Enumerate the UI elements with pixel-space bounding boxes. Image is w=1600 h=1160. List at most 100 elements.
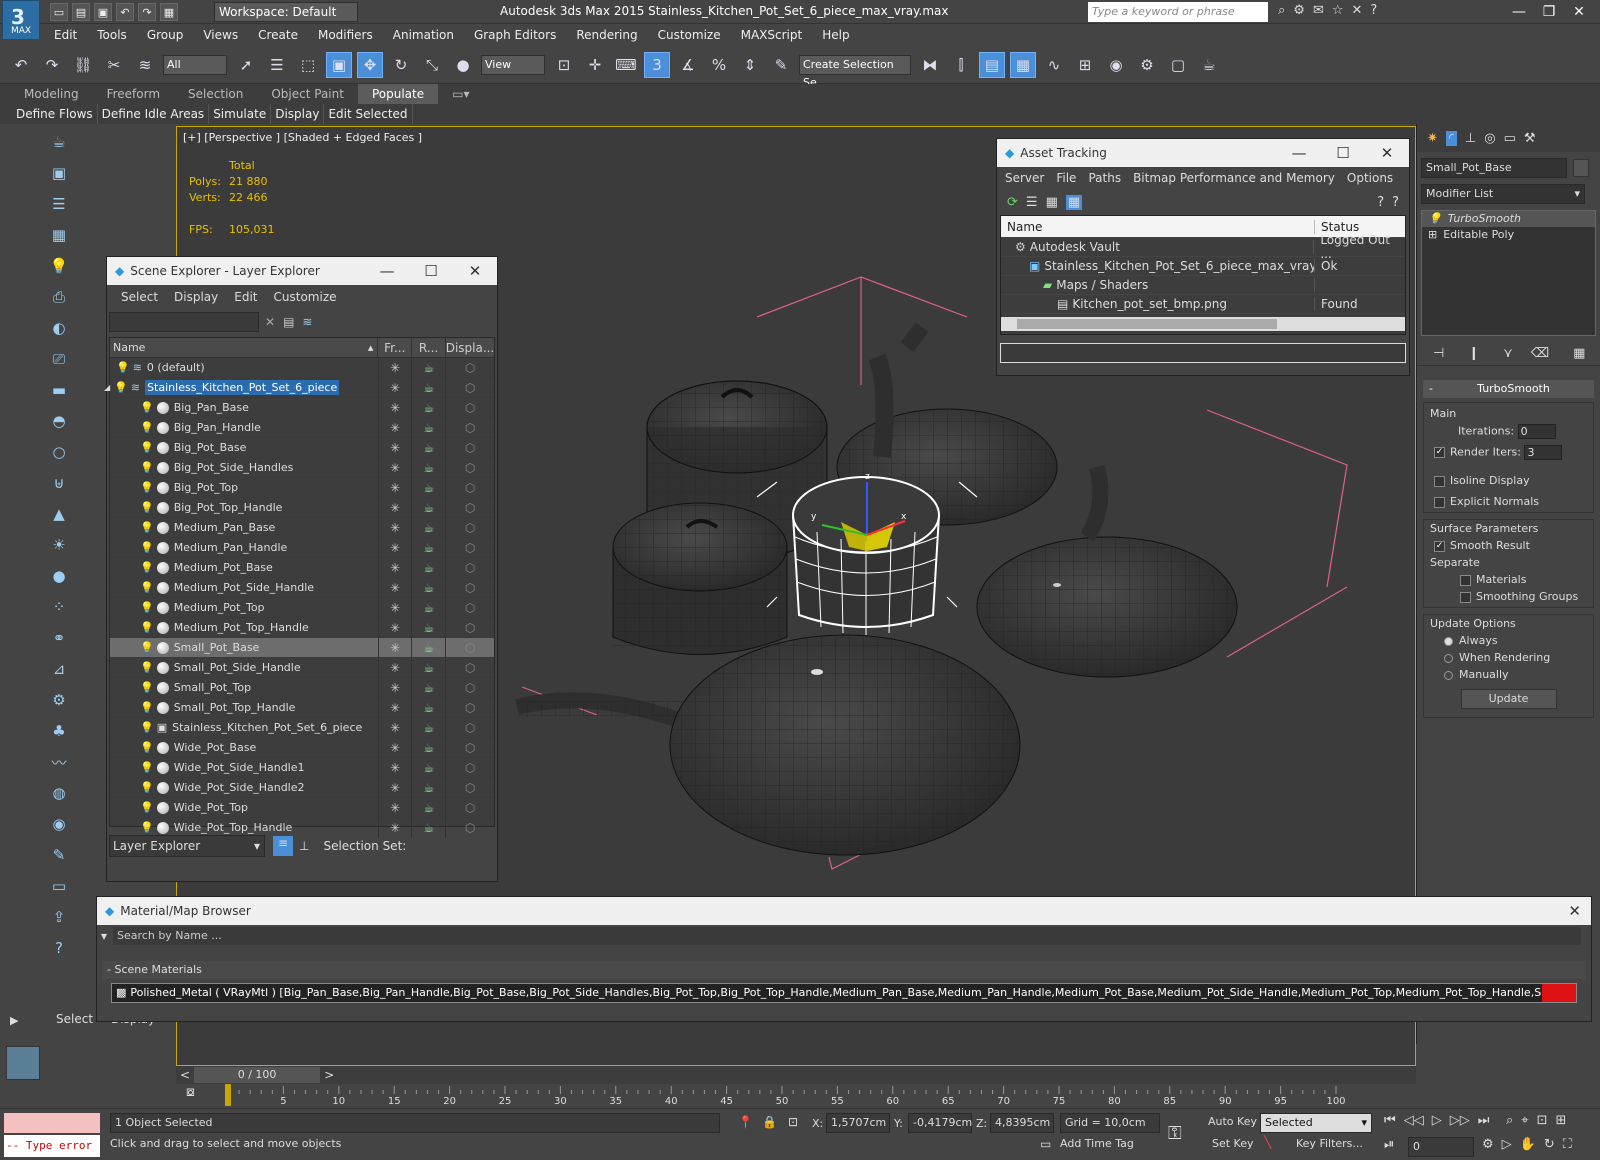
maximize-viewport-icon[interactable]: ⛶ — [1563, 1137, 1572, 1152]
menu-animation[interactable]: Animation — [383, 24, 464, 46]
time-configuration-icon[interactable]: ⚙ — [1482, 1137, 1494, 1152]
freeze-toggle-icon[interactable]: ✳ — [379, 537, 413, 558]
snaps-toggle-icon[interactable]: 3 — [644, 51, 670, 78]
asset-row[interactable]: ⚙ Autodesk Vault Logged Out ... — [1001, 233, 1405, 261]
close-icon[interactable]: ✕ — [453, 262, 497, 280]
next-frame-arrow-icon[interactable]: > — [324, 1068, 334, 1082]
freeze-toggle-icon[interactable]: ✳ — [379, 497, 413, 518]
visibility-bulb-icon[interactable]: 💡 — [140, 541, 154, 554]
monitor-icon[interactable]: ▭ — [47, 874, 71, 898]
material-editor-icon[interactable]: ◉ — [1103, 52, 1129, 78]
visibility-bulb-icon[interactable]: 💡 — [140, 441, 154, 454]
renderable-teapot-icon[interactable]: ☕ — [412, 737, 447, 758]
se-col-render[interactable]: R... — [412, 337, 446, 358]
turbosmooth-rollout-title[interactable]: - TurboSmooth — [1423, 380, 1594, 398]
material-search-input[interactable]: Search by Name ... — [113, 927, 1581, 945]
menu-edit[interactable]: Edit — [44, 24, 87, 46]
renderable-teapot-icon[interactable]: ☕ — [412, 357, 447, 378]
visibility-bulb-icon[interactable]: 💡 — [140, 761, 154, 774]
basket-icon[interactable]: ⊎ — [47, 471, 71, 495]
se-menu-select[interactable]: Select — [113, 290, 166, 304]
grid-icon[interactable]: ▦ — [47, 223, 71, 247]
camera-icon[interactable]: ⎙ — [47, 285, 71, 309]
display-box-icon[interactable]: ⬡ — [446, 418, 494, 438]
select-object-icon[interactable]: ➚ — [233, 52, 259, 78]
search-icon[interactable]: ⌕ — [1278, 3, 1285, 18]
redo-icon[interactable]: ↷ — [39, 52, 65, 78]
visibility-bulb-icon[interactable]: 💡 — [140, 801, 154, 814]
orbit-icon[interactable]: ↻ — [1544, 1137, 1555, 1152]
play-arrow-icon[interactable]: ▶ — [10, 1014, 18, 1027]
se-menu-edit[interactable]: Edit — [226, 290, 265, 304]
se-row[interactable]: 💡 Small_Pot_Side_Handle ✳ ☕ ⬡ — [110, 657, 494, 678]
asset-path-field[interactable] — [1000, 343, 1406, 363]
plane-icon[interactable]: ▬ — [47, 378, 71, 402]
refresh-icon[interactable]: ⟳ — [1007, 195, 1018, 210]
undo-icon[interactable]: ↶ — [8, 52, 34, 78]
freeze-toggle-icon[interactable]: ✳ — [379, 817, 413, 838]
z-coordinate-field[interactable]: 4,8395cm — [990, 1113, 1054, 1133]
se-row[interactable]: 💡 Wide_Pot_Side_Handle2 ✳ ☕ ⬡ — [110, 777, 494, 798]
next-key-icon[interactable]: ▷▷ — [1450, 1113, 1470, 1128]
bracket-icon[interactable]: ⊿ — [47, 657, 71, 681]
schematic-view-icon[interactable]: ⊞ — [1072, 52, 1098, 78]
render-iters-checkbox[interactable]: ✓ — [1434, 447, 1445, 458]
display-box-icon[interactable]: ⬡ — [446, 578, 494, 598]
se-col-freeze[interactable]: Fr... — [378, 337, 413, 358]
visibility-bulb-icon[interactable]: 💡 — [140, 681, 154, 694]
iterations-spinner[interactable]: 0 — [1517, 424, 1556, 439]
renderable-teapot-icon[interactable]: ☕ — [412, 797, 447, 818]
se-row[interactable]: 💡 Medium_Pot_Top ✳ ☕ ⬡ — [110, 597, 494, 618]
zoom-extents-all-icon[interactable]: ⊞ — [1556, 1113, 1567, 1128]
freeze-toggle-icon[interactable]: ✳ — [379, 417, 413, 438]
freeze-toggle-icon[interactable]: ✳ — [379, 437, 413, 458]
close-icon[interactable]: ✕ — [1568, 902, 1581, 920]
renderable-teapot-icon[interactable]: ☕ — [412, 537, 447, 558]
select-and-rotate-icon[interactable]: ↻ — [388, 52, 414, 78]
se-row[interactable]: 💡 Wide_Pot_Top ✳ ☕ ⬡ — [110, 797, 494, 818]
menu-tools[interactable]: Tools — [87, 24, 137, 46]
render-iters-spinner[interactable]: 3 — [1524, 445, 1563, 460]
freeze-toggle-icon[interactable]: ✳ — [379, 617, 413, 638]
freeze-toggle-icon[interactable]: ✳ — [379, 677, 413, 698]
ribbon-tab-freeform[interactable]: Freeform — [93, 84, 174, 104]
se-row[interactable]: 💡 Medium_Pot_Top_Handle ✳ ☕ ⬡ — [110, 617, 494, 638]
define-idle-areas-button[interactable]: Define Idle Areas — [98, 104, 210, 124]
keyword-search-input[interactable]: Type a keyword or phrase — [1088, 2, 1268, 22]
pivot-center-icon[interactable]: ⊡ — [551, 52, 577, 78]
freeze-toggle-icon[interactable]: ✳ — [379, 777, 413, 798]
se-row[interactable]: 💡 Medium_Pan_Handle ✳ ☕ ⬡ — [110, 537, 494, 558]
renderable-teapot-icon[interactable]: ☕ — [412, 497, 447, 518]
smoothing-groups-checkbox[interactable] — [1460, 591, 1471, 603]
se-row[interactable]: 💡 Small_Pot_Top_Handle ✳ ☕ ⬡ — [110, 697, 494, 718]
se-row[interactable]: 💡 Small_Pot_Top ✳ ☕ ⬡ — [110, 677, 494, 698]
teapot-icon[interactable]: ☕ — [47, 130, 71, 154]
edit-named-selection-icon[interactable]: ✎ — [768, 52, 794, 78]
freeze-toggle-icon[interactable]: ✳ — [379, 797, 413, 818]
renderable-teapot-icon[interactable]: ☕ — [412, 397, 447, 418]
moon-icon[interactable]: ◐ — [47, 316, 71, 340]
renderable-teapot-icon[interactable]: ☕ — [412, 457, 447, 478]
close-icon[interactable]: ✕ — [1365, 144, 1409, 162]
show-end-result-icon[interactable]: ❙ — [1468, 346, 1479, 361]
visibility-bulb-icon[interactable]: 💡 — [140, 781, 154, 794]
display-box-icon[interactable]: ⬡ — [446, 518, 494, 538]
visibility-bulb-icon[interactable]: 💡 — [140, 521, 154, 534]
subscription-icon[interactable]: ⚙ — [1293, 3, 1305, 18]
film-camera-icon[interactable]: ⎚ — [47, 347, 71, 371]
freeze-toggle-icon[interactable]: ✳ — [379, 457, 413, 478]
asset-row[interactable]: ▰ Maps / Shaders — [1001, 276, 1405, 295]
object-color-swatch[interactable] — [1573, 159, 1589, 177]
visibility-bulb-icon[interactable]: 💡 — [114, 381, 128, 394]
list-icon[interactable]: ☰ — [47, 192, 71, 216]
renderable-teapot-icon[interactable]: ☕ — [412, 377, 447, 398]
modifier-turbosmooth[interactable]: 💡 TurboSmooth — [1422, 211, 1595, 227]
render-setup-icon[interactable]: ⚙ — [1134, 52, 1160, 78]
renderable-teapot-icon[interactable]: ☕ — [412, 577, 447, 598]
hair-icon[interactable]: 〰 — [47, 750, 71, 774]
exchange-icon[interactable]: ✕ — [1352, 3, 1363, 18]
motion-tab-icon[interactable]: ◎ — [1484, 131, 1495, 146]
asset-tracking-titlebar[interactable]: ◆ Asset Tracking — ☐ ✕ — [997, 139, 1409, 167]
display-box-icon[interactable]: ⬡ — [446, 398, 494, 418]
hierarchy-tab-icon[interactable]: ⊥ — [1465, 131, 1476, 146]
